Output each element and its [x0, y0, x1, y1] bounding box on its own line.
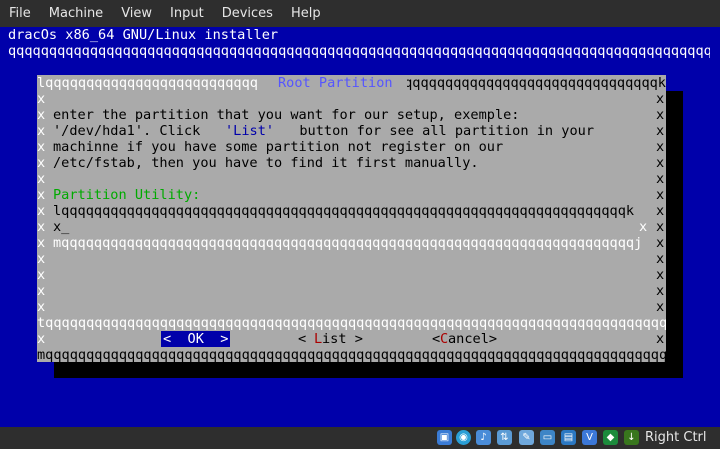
menu-file[interactable]: File	[0, 0, 40, 27]
border-x: x	[656, 299, 665, 315]
border-x: x	[37, 91, 46, 107]
input-border-bottom: mqqqqqqqqqqqqqqqqqqqqqqqqqqqqqqqqqqqqqqq…	[53, 235, 643, 251]
installer-backtitle: dracOs x86_64 GNU/Linux installer	[8, 27, 279, 43]
audio-icon[interactable]: ♪	[476, 430, 491, 445]
message-line-2-tail: button for see all partition in your	[283, 123, 594, 139]
mouse-integration-icon[interactable]: ↓	[624, 430, 639, 445]
border-x: x	[37, 251, 46, 267]
vm-screen[interactable]: dracOs x86_64 GNU/Linux installer qqqqqq…	[0, 27, 720, 427]
dialog-border-bottom: mqqqqqqqqqqqqqqqqqqqqqqqqqqqqqqqqqqqqqqq…	[37, 347, 666, 363]
hard-disk-icon[interactable]: ▣	[437, 430, 452, 445]
network-icon[interactable]: ⇅	[497, 430, 512, 445]
dialog-title: Root Partition	[278, 75, 393, 91]
border-x: x	[37, 187, 46, 203]
partition-input[interactable]: x_	[53, 219, 69, 235]
display-icon[interactable]: ▤	[561, 430, 576, 445]
cancel-button-hotkey: C	[440, 331, 449, 347]
menu-help[interactable]: Help	[282, 0, 330, 27]
menu-view[interactable]: View	[112, 0, 161, 27]
border-x: x	[37, 139, 46, 155]
input-border-top: lqqqqqqqqqqqqqqqqqqqqqqqqqqqqqqqqqqqqqqq…	[53, 203, 635, 219]
border-x: x	[37, 267, 46, 283]
border-x: x	[656, 187, 665, 203]
border-x: x	[656, 139, 665, 155]
border-x: x	[656, 251, 665, 267]
border-x: x	[656, 267, 665, 283]
border-x: x	[37, 299, 46, 315]
menu-bar: File Machine View Input Devices Help	[0, 0, 720, 27]
shared-folder-icon[interactable]: ▭	[540, 430, 555, 445]
section-label: Partition Utility:	[53, 187, 201, 203]
dialog-border-top-right: qqqqqqqqqqqqqqqqqqqqqqqqqqqqqqqqqqqqqqqq…	[407, 75, 666, 91]
dialog-separator: tqqqqqqqqqqqqqqqqqqqqqqqqqqqqqqqqqqqqqqq…	[37, 315, 666, 331]
border-x: x	[656, 171, 665, 187]
border-x: x	[656, 91, 665, 107]
menu-devices[interactable]: Devices	[213, 0, 282, 27]
root-partition-dialog: lqqqqqqqqqqqqqqqqqqqqqqqqqq Root Partiti…	[37, 75, 666, 363]
list-button-rest: ist >	[322, 331, 363, 347]
message-line-1: enter the partition that you want for ou…	[53, 107, 520, 123]
border-x: x	[656, 107, 665, 123]
border-x: x	[656, 155, 665, 171]
guest-additions-icon[interactable]: ◆	[603, 430, 618, 445]
host-key-label: Right Ctrl	[645, 430, 707, 445]
border-x: x	[37, 331, 46, 347]
backtitle-rule: qqqqqqqqqqqqqqqqqqqqqqqqqqqqqqqqqqqqqqqq…	[8, 43, 710, 59]
border-x: x	[656, 123, 665, 139]
list-button-left: <	[298, 331, 315, 347]
message-line-3: machinne if you have some partition not …	[53, 139, 504, 155]
border-x: x	[656, 203, 665, 219]
border-x: x	[37, 219, 46, 235]
menu-input[interactable]: Input	[161, 0, 213, 27]
optical-drive-icon[interactable]: ◉	[456, 430, 471, 445]
cancel-button-left: <	[432, 331, 441, 347]
border-x: x	[656, 219, 665, 235]
dialog-border-top-left: lqqqqqqqqqqqqqqqqqqqqqqqqqq	[37, 75, 258, 91]
border-x: x	[656, 331, 665, 347]
menu-machine[interactable]: Machine	[40, 0, 112, 27]
border-x: x	[37, 107, 46, 123]
message-list-word: 'List'	[225, 123, 275, 139]
message-line-4: /etc/fstab, then you have to find it fir…	[53, 155, 479, 171]
input-border-right: x	[639, 219, 648, 235]
border-x: x	[37, 235, 46, 251]
border-x: x	[37, 171, 46, 187]
message-line-2-head: '/dev/hda1'. Click	[53, 123, 209, 139]
border-x: x	[37, 123, 46, 139]
border-x: x	[37, 203, 46, 219]
vm-status-bar: ▣ ◉ ♪ ⇅ ✎ ▭ ▤ V ◆ ↓ Right Ctrl	[0, 427, 720, 449]
usb-icon[interactable]: ✎	[519, 430, 534, 445]
border-x: x	[37, 155, 46, 171]
border-x: x	[656, 235, 665, 251]
border-x: x	[656, 283, 665, 299]
video-capture-icon[interactable]: V	[582, 430, 597, 445]
border-x: x	[37, 283, 46, 299]
list-button-hotkey: L	[314, 331, 323, 347]
ok-button[interactable]: < OK >	[161, 331, 231, 347]
cancel-button-rest: ancel>	[448, 331, 498, 347]
